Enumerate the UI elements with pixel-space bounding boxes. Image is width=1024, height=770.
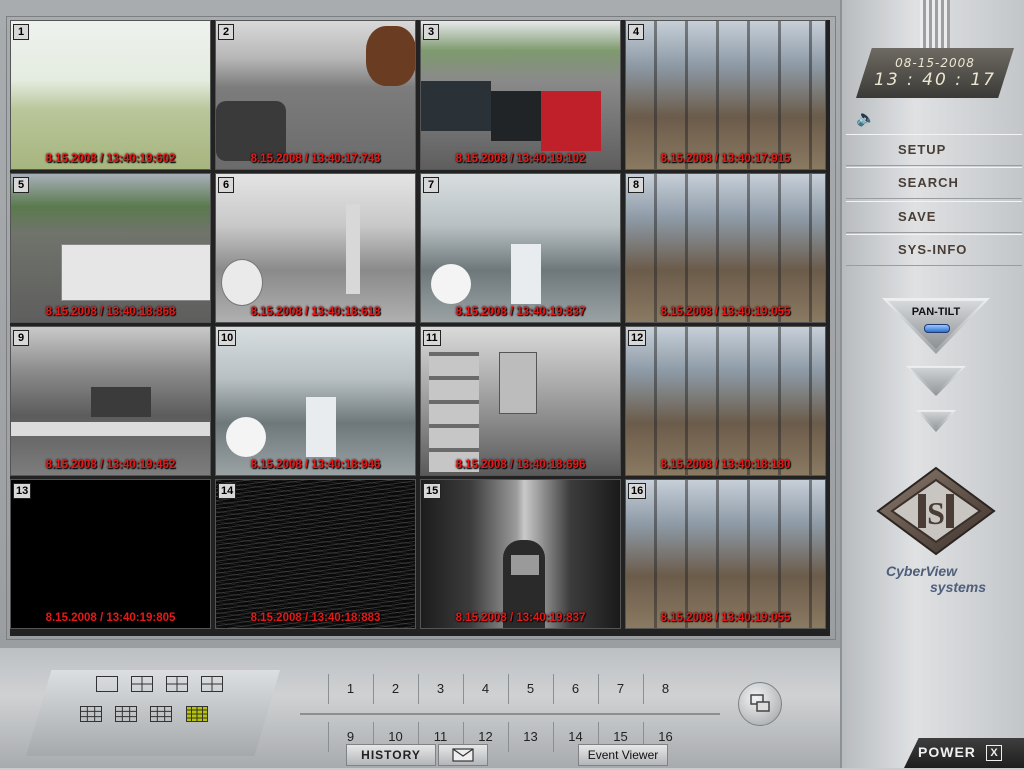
- camera-timestamp: 8.15.2008 / 13:40:19:805: [45, 612, 176, 624]
- camera-number: 11: [423, 330, 441, 346]
- clock-date: 08-15-2008: [895, 56, 975, 70]
- clock-time: 13 : 40 : 17: [874, 70, 996, 90]
- camera-tile-13[interactable]: 13 8.15.2008 / 13:40:19:805: [10, 479, 211, 629]
- camera-tile-3[interactable]: 3 8.15.2008 / 13:40:19:102: [420, 20, 621, 170]
- camera-number: 13: [13, 483, 32, 499]
- camera-timestamp: 8.15.2008 / 13:40:18:868: [45, 306, 176, 318]
- camera-number: 6: [218, 177, 234, 193]
- search-button[interactable]: SEARCH: [846, 167, 1022, 199]
- sys-info-button[interactable]: SYS-INFO: [846, 234, 1022, 266]
- camera-tile-12[interactable]: 12 8.15.2008 / 13:40:18:180: [625, 326, 826, 476]
- camera-grid-frame: 1 8.15.2008 / 13:40:19:602 2 8.15.2008 / 13…: [0, 0, 840, 648]
- close-icon[interactable]: X: [986, 745, 1002, 761]
- camera-timestamp: 8.15.2008 / 13:40:19:602: [45, 153, 176, 165]
- camera-timestamp: 8.15.2008 / 13:40:17:915: [660, 153, 791, 165]
- camera-number: 5: [13, 177, 29, 193]
- camera-number: 8: [628, 177, 644, 193]
- mail-button[interactable]: [438, 744, 488, 766]
- history-button[interactable]: HISTORY: [346, 744, 436, 766]
- camera-timestamp: 8.15.2008 / 13:40:19:462: [45, 459, 176, 471]
- channel-button-4[interactable]: 4: [463, 674, 507, 704]
- camera-number: 15: [423, 483, 442, 499]
- camera-tile-2[interactable]: 2 8.15.2008 / 13:40:17:743: [215, 20, 416, 170]
- speaker-icon[interactable]: 🔈: [856, 108, 876, 128]
- channel-button-8[interactable]: 8: [643, 674, 687, 704]
- bottom-control-panel: 1 2 3 4 5 6 7 8 9 10 11 12 13 14 15 16 HISTORY Event Vi…: [0, 648, 840, 768]
- camera-timestamp: 8.15.2008 / 13:40:19:102: [455, 153, 586, 165]
- power-button[interactable]: POWER X: [904, 738, 1024, 768]
- channel-button-7[interactable]: 7: [598, 674, 642, 704]
- layout-2x2-button[interactable]: [131, 676, 153, 692]
- camera-tile-4[interactable]: 4 8.15.2008 / 13:40:17:915: [625, 20, 826, 170]
- layout-3x3-button[interactable]: [80, 706, 102, 722]
- channel-button-1[interactable]: 1: [328, 674, 372, 704]
- camera-tile-9[interactable]: 9 8.15.2008 / 13:40:19:462: [10, 326, 211, 476]
- layout-3x3c-button[interactable]: [150, 706, 172, 722]
- camera-number: 9: [13, 330, 29, 346]
- camera-number: 1: [13, 24, 29, 40]
- camera-tile-6[interactable]: 6 8.15.2008 / 13:40:18:618: [215, 173, 416, 323]
- layout-2x2c-button[interactable]: [201, 676, 223, 692]
- camera-tile-1[interactable]: 1 8.15.2008 / 13:40:19:602: [10, 20, 211, 170]
- camera-tile-14[interactable]: 14 8.15.2008 / 13:40:18:883: [215, 479, 416, 629]
- camera-timestamp: 8.15.2008 / 13:40:18:946: [250, 459, 381, 471]
- camera-timestamp: 8.15.2008 / 13:40:18:883: [250, 612, 381, 624]
- network-icon[interactable]: [738, 682, 782, 726]
- camera-timestamp: 8.15.2008 / 13:40:18:180: [660, 459, 791, 471]
- layout-3x3b-button[interactable]: [115, 706, 137, 722]
- brand-suffix: systems: [930, 579, 987, 595]
- camera-timestamp: 8.15.2008 / 13:40:18:618: [250, 306, 381, 318]
- setup-button[interactable]: SETUP: [846, 134, 1022, 166]
- camera-number: 2: [218, 24, 234, 40]
- camera-tile-7[interactable]: 7 8.15.2008 / 13:40:19:837: [420, 173, 621, 323]
- camera-number: 10: [218, 330, 237, 346]
- channel-button-5[interactable]: 5: [508, 674, 552, 704]
- camera-timestamp: 8.15.2008 / 13:40:19:055: [660, 306, 791, 318]
- layout-4x4-button[interactable]: [186, 706, 208, 722]
- brand-name: CyberView: [886, 563, 958, 579]
- camera-number: 16: [628, 483, 647, 499]
- camera-tile-16[interactable]: 16 8.15.2008 / 13:40:19:055: [625, 479, 826, 629]
- decorative-bars: [920, 0, 950, 50]
- pan-tilt-indicator: [924, 324, 950, 333]
- camera-number: 4: [628, 24, 644, 40]
- right-control-panel: 08-15-2008 13 : 40 : 17 🔈 SETUP SEARCH S…: [840, 0, 1024, 768]
- camera-tile-5[interactable]: 5 8.15.2008 / 13:40:18:868: [10, 173, 211, 323]
- layout-1x1-button[interactable]: [96, 676, 118, 692]
- step-down-arrow-icon[interactable]: [906, 366, 966, 396]
- camera-number: 14: [218, 483, 237, 499]
- camera-timestamp: 8.15.2008 / 13:40:19:837: [455, 306, 586, 318]
- channel-button-2[interactable]: 2: [373, 674, 417, 704]
- camera-tile-15[interactable]: 15 8.15.2008 / 13:40:19:837: [420, 479, 621, 629]
- clock-display: 08-15-2008 13 : 40 : 17: [856, 48, 1014, 98]
- channel-button-6[interactable]: 6: [553, 674, 597, 704]
- camera-number: 7: [423, 177, 439, 193]
- camera-tile-8[interactable]: 8 8.15.2008 / 13:40:19:055: [625, 173, 826, 323]
- save-button[interactable]: SAVE: [846, 201, 1022, 233]
- camera-timestamp: 8.15.2008 / 13:40:18:696: [455, 459, 586, 471]
- envelope-icon: [452, 748, 474, 762]
- camera-tile-11[interactable]: 11 8.15.2008 / 13:40:18:696: [420, 326, 621, 476]
- camera-timestamp: 8.15.2008 / 13:40:17:743: [250, 153, 381, 165]
- camera-tile-10[interactable]: 10 8.15.2008 / 13:40:18:946: [215, 326, 416, 476]
- svg-text:S: S: [927, 495, 945, 531]
- cyberview-logo: S: [876, 466, 996, 556]
- camera-number: 12: [628, 330, 647, 346]
- camera-timestamp: 8.15.2008 / 13:40:19:055: [660, 612, 791, 624]
- camera-grid: 1 8.15.2008 / 13:40:19:602 2 8.15.2008 / 13…: [10, 20, 830, 636]
- camera-timestamp: 8.15.2008 / 13:40:19:837: [455, 612, 586, 624]
- camera-number: 3: [423, 24, 439, 40]
- power-label: POWER: [918, 744, 976, 760]
- channel-button-13[interactable]: 13: [508, 722, 552, 752]
- layout-2x2b-button[interactable]: [166, 676, 188, 692]
- channel-button-3[interactable]: 3: [418, 674, 462, 704]
- event-viewer-button[interactable]: Event Viewer: [578, 744, 668, 766]
- pan-tilt-label: PAN-TILT: [911, 306, 961, 318]
- small-down-arrow-icon[interactable]: [916, 410, 956, 432]
- pan-tilt-button[interactable]: PAN-TILT: [882, 298, 990, 354]
